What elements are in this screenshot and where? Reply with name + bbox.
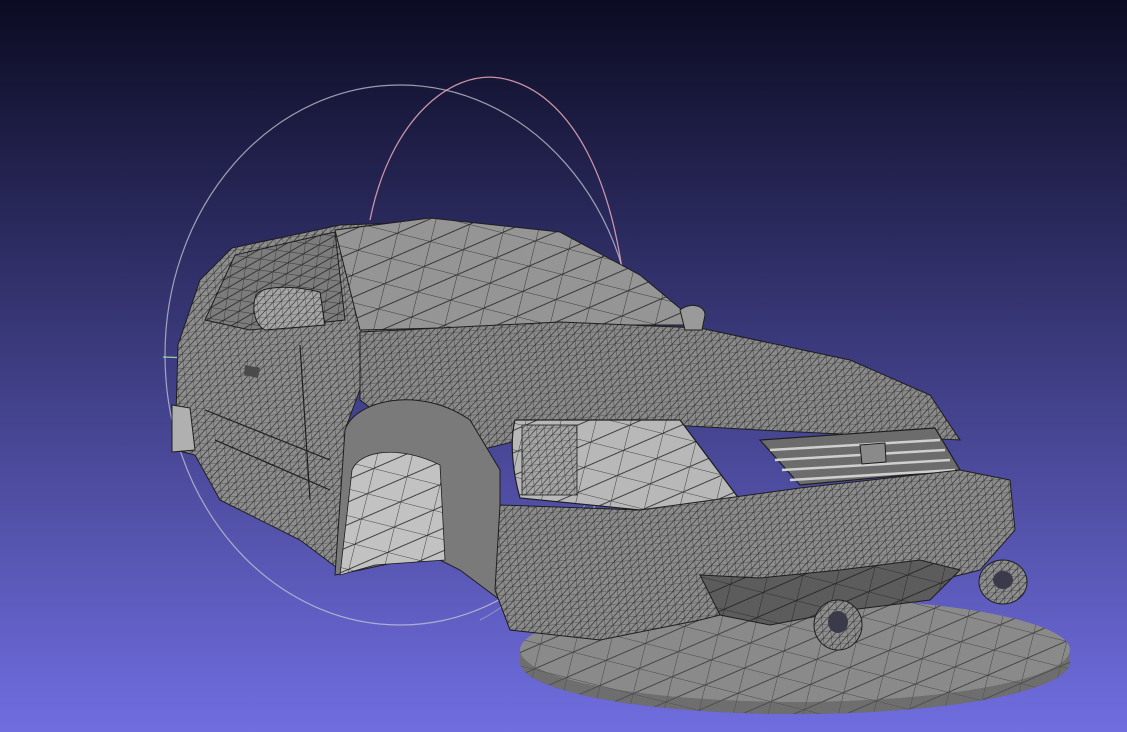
- car-tow-hook-right: [978, 559, 1028, 605]
- car-side-mirror-right: [679, 304, 706, 331]
- car-logo: [859, 442, 887, 465]
- 3d-viewport[interactable]: [0, 0, 1127, 732]
- scene-canvas[interactable]: [0, 0, 1127, 732]
- car-tow-hook-left: [813, 599, 863, 651]
